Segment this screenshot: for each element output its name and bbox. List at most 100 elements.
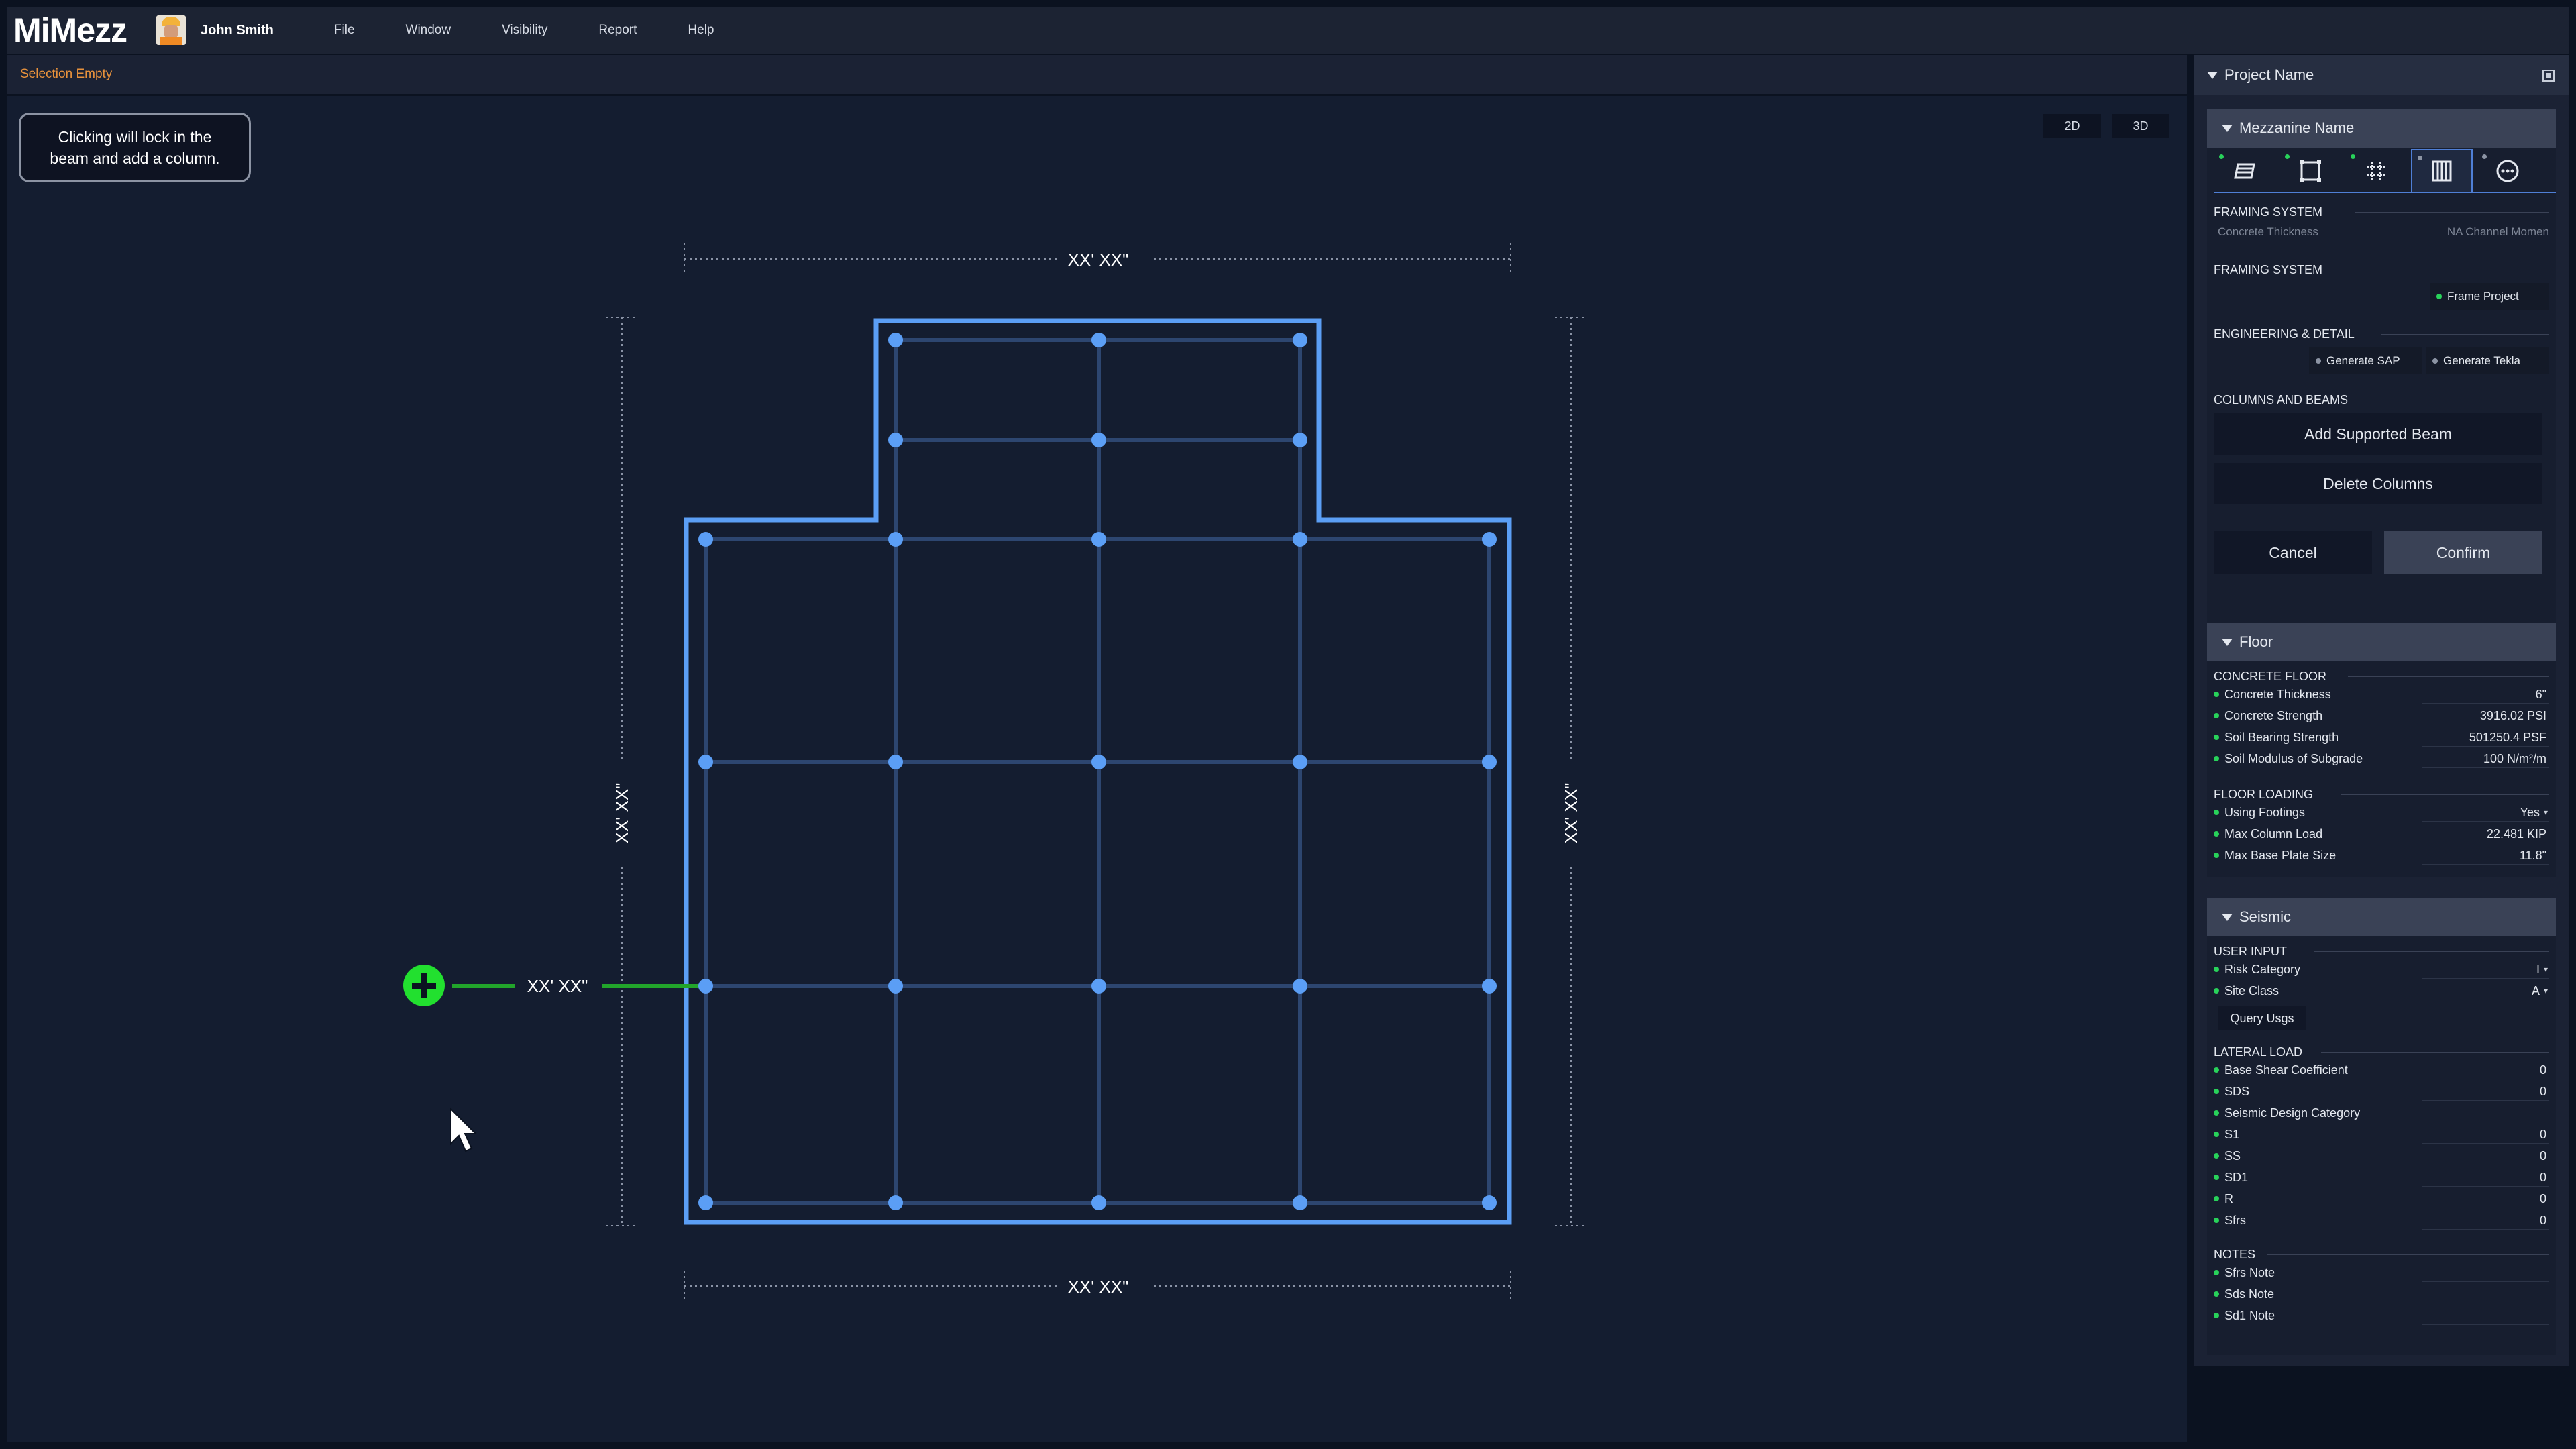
collapse-icon[interactable] xyxy=(2222,124,2233,132)
floor-title: Floor xyxy=(2239,633,2273,650)
prop-soil-modulus[interactable]: Soil Modulus of Subgrade 100 N/m²/m xyxy=(2214,749,2549,769)
columns-beams-heading: COLUMNS AND BEAMS xyxy=(2214,393,2349,407)
column-node xyxy=(1091,755,1106,769)
column-node xyxy=(698,755,713,769)
framing-row-label: Concrete Thickness xyxy=(2218,225,2318,238)
prop-sd1-note[interactable]: Sd1 Note xyxy=(2214,1305,2549,1326)
menu-file[interactable]: File xyxy=(309,23,380,38)
columns-icon xyxy=(2432,160,2452,182)
floor-loading-heading: FLOOR LOADING xyxy=(2214,788,2314,801)
collapse-icon[interactable] xyxy=(2222,913,2233,921)
view-2d-button[interactable]: 2D xyxy=(2043,114,2101,138)
mezzanine-tabs xyxy=(2214,149,2556,193)
column-node xyxy=(888,979,903,994)
column-node xyxy=(888,1195,903,1210)
prop-seismic-design-category[interactable]: Seismic Design Category xyxy=(2214,1103,2549,1123)
prop-soil-bearing-strength[interactable]: Soil Bearing Strength 501250.4 PSF xyxy=(2214,727,2549,747)
engineering-heading: ENGINEERING & DETAIL xyxy=(2214,327,2355,341)
tab-frame[interactable] xyxy=(2279,149,2341,193)
tab-columns[interactable] xyxy=(2411,149,2473,193)
menu-report[interactable]: Report xyxy=(573,23,662,38)
column-node xyxy=(1293,1195,1307,1210)
hint-tooltip: Clicking will lock in the beam and add a… xyxy=(19,113,251,182)
menu-help[interactable]: Help xyxy=(662,23,739,38)
floor-header[interactable]: Floor xyxy=(2207,623,2556,661)
delete-columns-button[interactable]: Delete Columns xyxy=(2214,463,2542,504)
confirm-button[interactable]: Confirm xyxy=(2384,531,2542,574)
prop-ss[interactable]: SS 0 xyxy=(2214,1146,2549,1166)
notes-heading: NOTES xyxy=(2214,1248,2256,1261)
deck-icon xyxy=(2234,163,2255,179)
generate-tekla-button[interactable]: Generate Tekla xyxy=(2426,347,2549,374)
prop-base-shear[interactable]: Base Shear Coefficient 0 xyxy=(2214,1060,2549,1080)
prop-max-base-plate[interactable]: Max Base Plate Size 11.8" xyxy=(2214,845,2549,865)
column-node xyxy=(1091,433,1106,447)
lateral-load-heading: LATERAL LOAD xyxy=(2214,1045,2303,1059)
frame-project-label: Frame Project xyxy=(2447,290,2519,303)
column-node xyxy=(888,433,903,447)
prop-sd1[interactable]: SD1 0 xyxy=(2214,1167,2549,1187)
prop-using-footings[interactable]: Using Footings Yes xyxy=(2214,802,2549,822)
prop-sds[interactable]: SDS 0 xyxy=(2214,1081,2549,1102)
properties-panel: Project Name Mezzanine Name FRAMING SYST… xyxy=(2194,55,2569,1366)
column-node xyxy=(1293,979,1307,994)
mezzanine-header[interactable]: Mezzanine Name xyxy=(2207,109,2556,148)
drawing-canvas[interactable]: XX' XX" XX' XX" XX' XX" XX' XX" XX' XX" … xyxy=(7,55,2187,1442)
column-node xyxy=(1293,532,1307,547)
prop-concrete-strength[interactable]: Concrete Strength 3916.02 PSI xyxy=(2214,706,2549,726)
prop-site-class[interactable]: Site Class A xyxy=(2214,981,2549,1001)
project-header[interactable]: Project Name xyxy=(2194,55,2569,95)
mezzanine-title: Mezzanine Name xyxy=(2239,119,2355,136)
tab-deck[interactable] xyxy=(2214,149,2275,193)
user-name[interactable]: John Smith xyxy=(201,23,274,38)
tab-more[interactable] xyxy=(2477,149,2538,193)
dimension-lines xyxy=(606,243,1587,1303)
more-icon xyxy=(2496,160,2519,182)
generate-sap-button[interactable]: Generate SAP xyxy=(2309,347,2422,374)
generate-sap-label: Generate SAP xyxy=(2326,354,2400,367)
column-node xyxy=(1482,1195,1497,1210)
generate-tekla-label: Generate Tekla xyxy=(2443,354,2520,367)
panel-toggle-icon[interactable] xyxy=(2542,70,2555,82)
column-node xyxy=(1091,979,1106,994)
menu-visibility[interactable]: Visibility xyxy=(476,23,573,38)
prop-s1[interactable]: S1 0 xyxy=(2214,1124,2549,1144)
column-node xyxy=(888,333,903,347)
collapse-icon[interactable] xyxy=(2222,638,2233,646)
add-supported-beam-button[interactable]: Add Supported Beam xyxy=(2214,413,2542,455)
framing-system-heading: FRAMING SYSTEM xyxy=(2214,205,2323,219)
column-node xyxy=(1293,433,1307,447)
cancel-button[interactable]: Cancel xyxy=(2214,531,2372,574)
column-node xyxy=(1482,755,1497,769)
prop-r[interactable]: R0 xyxy=(2214,1189,2549,1209)
floor-section: Floor CONCRETE FLOOR Concrete Thickness 6… xyxy=(2207,623,2556,877)
prop-concrete-thickness[interactable]: Concrete Thickness 6" xyxy=(2214,684,2549,704)
tab-grid[interactable] xyxy=(2345,149,2407,193)
floor-plan[interactable]: XX' XX" XX' XX" XX' XX" XX' XX" XX' XX" xyxy=(7,55,2187,1442)
dim-label-right: XX' XX" xyxy=(1561,783,1581,844)
menu-window[interactable]: Window xyxy=(380,23,477,38)
query-usgs-button[interactable]: Query Usgs xyxy=(2218,1006,2306,1030)
tooltip-line-1: Clicking will lock in the xyxy=(58,128,212,146)
tooltip-line-2: beam and add a column. xyxy=(50,150,220,167)
avatar[interactable] xyxy=(156,15,186,45)
frame-project-button[interactable]: Frame Project xyxy=(2430,283,2549,310)
seismic-header[interactable]: Seismic xyxy=(2207,898,2556,936)
seismic-title: Seismic xyxy=(2239,908,2292,925)
view-3d-button[interactable]: 3D xyxy=(2112,114,2169,138)
prop-risk-category[interactable]: Risk Category I xyxy=(2214,959,2549,979)
collapse-icon[interactable] xyxy=(2207,71,2218,79)
top-bar: MiMezz John Smith File Window Visibility… xyxy=(7,7,2569,54)
framing-system-heading-2: FRAMING SYSTEM xyxy=(2214,263,2323,276)
framing-row-value[interactable]: NA Channel Momen xyxy=(2447,225,2549,239)
beam-grid[interactable] xyxy=(704,338,1491,1205)
prop-max-column-load[interactable]: Max Column Load 22.481 KIP xyxy=(2214,824,2549,844)
grid-icon xyxy=(2367,162,2385,180)
selection-bar: Selection Empty xyxy=(7,55,2187,96)
prop-sfrs[interactable]: Sfrs 0 xyxy=(2214,1210,2549,1230)
dim-label-left: XX' XX" xyxy=(612,783,632,844)
column-node xyxy=(698,1195,713,1210)
prop-sds-note[interactable]: Sds Note xyxy=(2214,1284,2549,1304)
prop-sfrs-note[interactable]: Sfrs Note xyxy=(2214,1263,2549,1283)
dim-label-bottom: XX' XX" xyxy=(1068,1277,1129,1297)
